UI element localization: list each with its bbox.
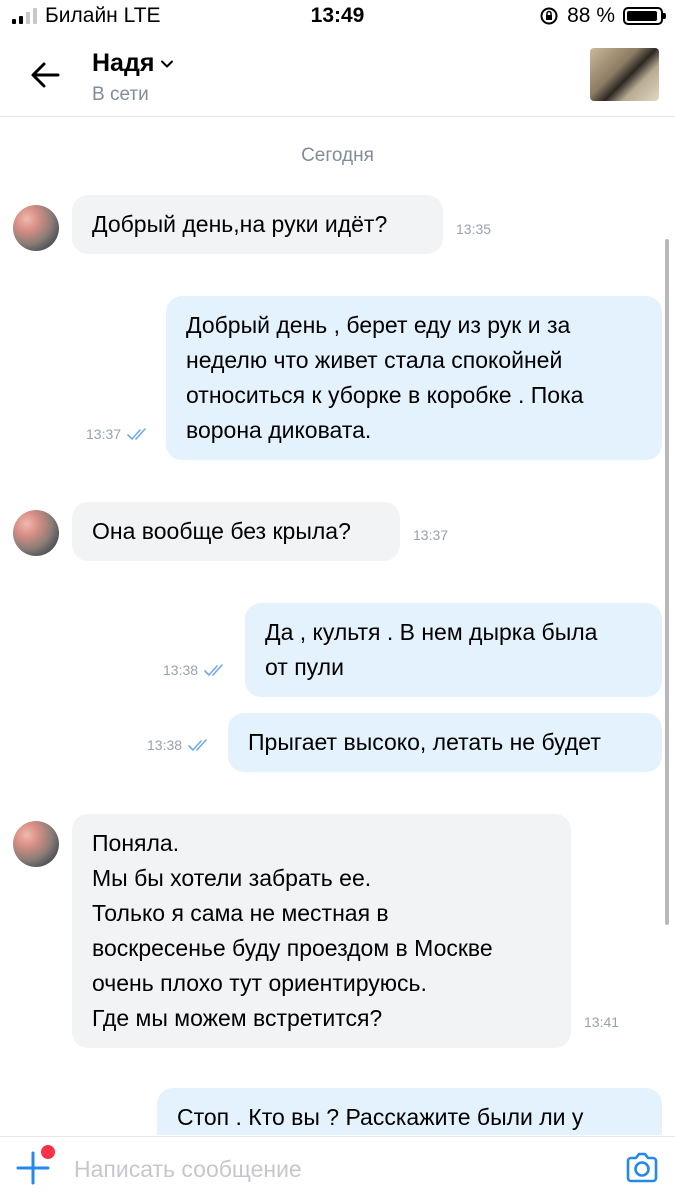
message-text: неделю что живет стала спокойней [186,347,563,373]
message-time-label: 13:37 [413,527,449,543]
chevron-down-icon [161,60,174,67]
message-time: 13:37 [413,527,448,543]
read-ticks-icon [188,739,207,751]
message-bubble-outgoing[interactable]: Да , культя . В нем дырка была от пули [245,603,662,697]
message-text: Она вообще без крыла? [92,518,351,544]
message-text: Мы бы хотели забрать ее. [92,865,372,891]
back-arrow-icon[interactable] [28,58,62,92]
contact-status: В сети [92,84,149,105]
message-bubble-outgoing[interactable]: Прыгает высоко, летать не будет [228,713,662,772]
message-bubble-outgoing[interactable]: Стоп . Кто вы ? Расскажите были ли у [157,1088,662,1135]
battery-icon [623,7,666,25]
message-list[interactable]: Сегодня Добрый день,на руки идёт? 13:35 … [0,117,675,1135]
contact-name-button[interactable]: Надя [92,49,174,78]
message-text: ворона диковата. [186,417,372,443]
notification-dot [41,1145,55,1159]
message-text: очень плохо тут ориентируюсь. [92,970,427,996]
message-bubble-outgoing[interactable]: Добрый день , берет еду из рук и за неде… [166,296,662,460]
message-text: от пули [265,654,344,680]
lock-rotation-icon [540,7,558,25]
status-right: 88 % [539,4,666,28]
message-text: Где мы можем встретится? [92,1005,383,1031]
message-text: Стоп . Кто вы ? Расскажите были ли у [177,1104,584,1130]
status-bar: Билайн LTE 13:49 88 % [0,0,675,34]
message-input[interactable] [74,1151,594,1187]
message-bubble-incoming[interactable]: Она вообще без крыла? [72,502,400,561]
message-time: 13:35 [456,221,491,237]
message-time-label: 13:35 [456,221,492,237]
camera-icon[interactable] [623,1149,661,1187]
date-separator: Сегодня [301,145,374,166]
chat-header: Надя В сети [0,34,675,117]
message-text: Только я сама не местная в [92,900,389,926]
message-composer [0,1136,675,1201]
message-time-label: 13:41 [584,1014,620,1030]
message-time: 13:38 [147,737,212,753]
contact-avatar[interactable] [590,48,659,101]
sender-avatar[interactable] [13,510,59,556]
message-bubble-incoming[interactable]: Поняла. Мы бы хотели забрать ее. Только … [72,814,571,1048]
message-time-label: 13:38 [147,737,183,753]
message-time: 13:38 [163,662,228,678]
read-ticks-icon [204,664,223,676]
message-text: Прыгает высоко, летать не будет [248,729,601,755]
message-time: 13:37 [86,426,151,442]
sender-avatar[interactable] [13,821,59,867]
read-ticks-icon [127,428,146,440]
sender-avatar[interactable] [13,205,59,251]
message-text: относиться к уборке в коробке . Пока [186,382,584,408]
message-time-label: 13:37 [86,426,122,442]
message-bubble-incoming[interactable]: Добрый день,на руки идёт? [72,195,443,254]
message-text: Добрый день,на руки идёт? [92,211,388,237]
message-text: Поняла. [92,830,180,856]
contact-name: Надя [92,49,155,77]
scrollbar[interactable] [665,239,669,925]
battery-percent: 88 % [567,4,615,27]
message-text: Да , культя . В нем дырка была [265,619,598,645]
message-time: 13:41 [584,1014,619,1030]
message-time-label: 13:38 [163,662,199,678]
message-text: воскресенье буду проездом в Москве [92,935,493,961]
message-text: Добрый день , берет еду из рук и за [186,312,571,338]
